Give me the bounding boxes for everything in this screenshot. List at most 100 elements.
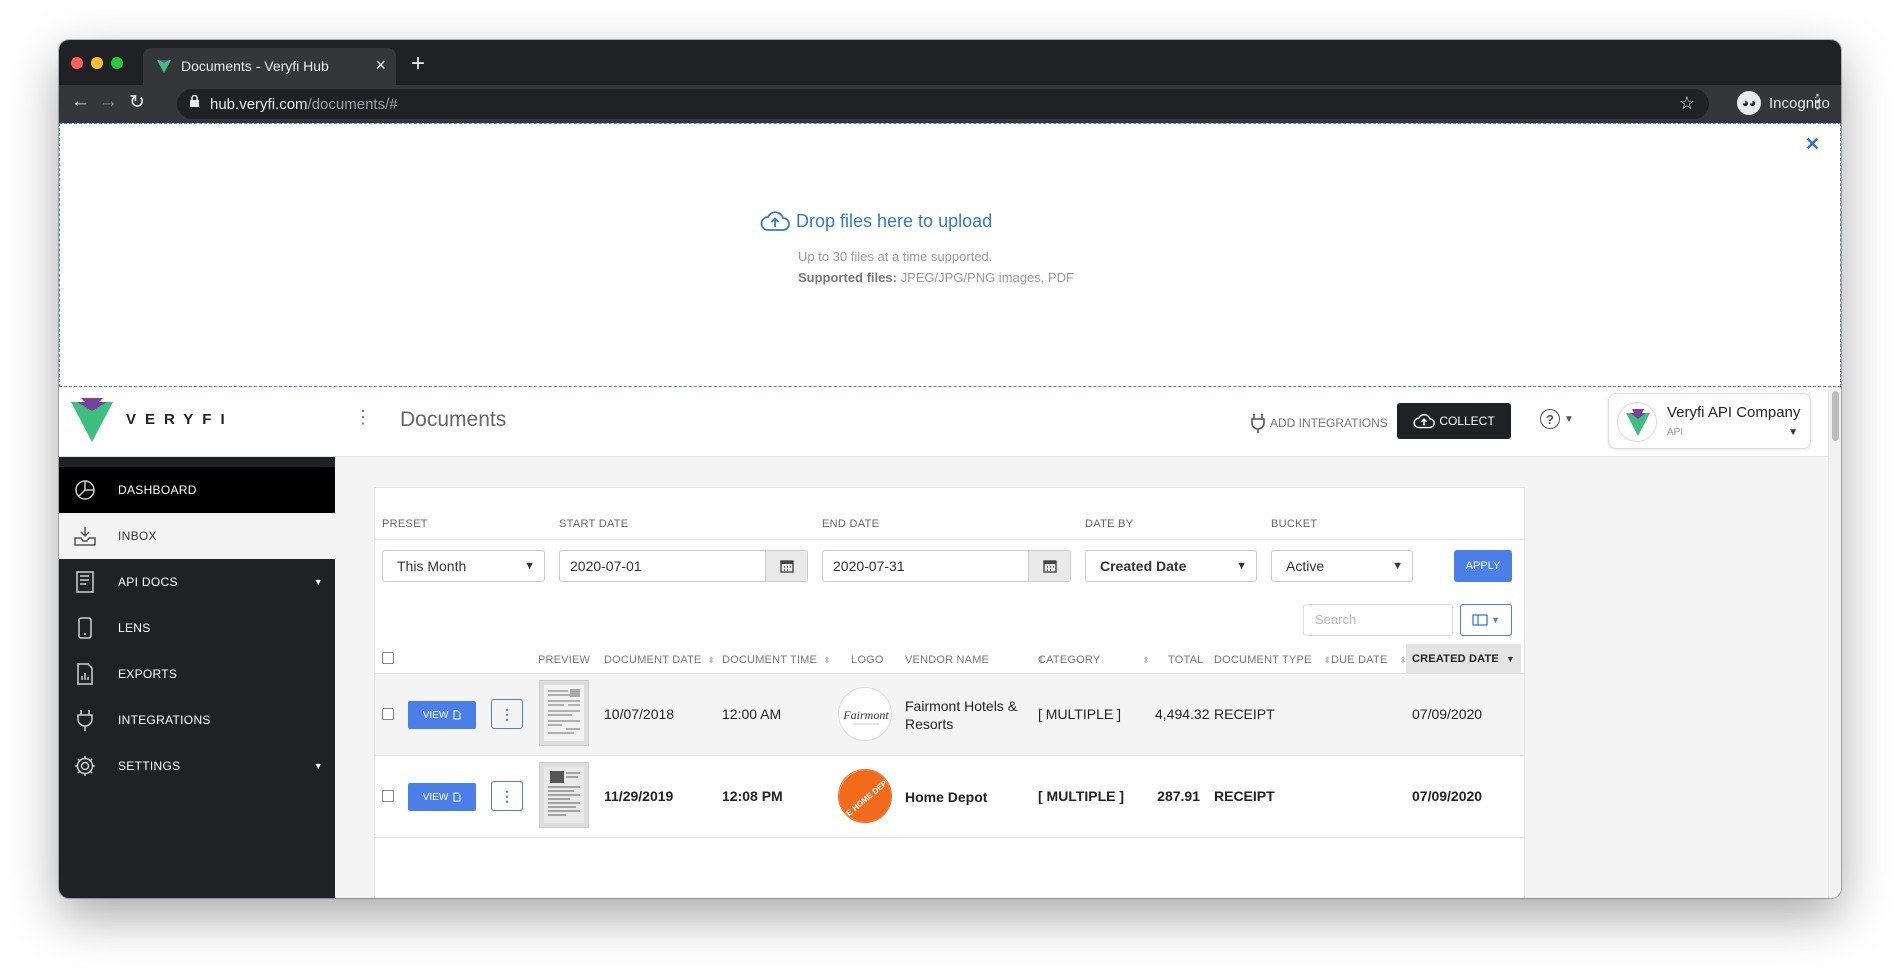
column-header-document-type[interactable]: DOCUMENT TYPE ⬍ [1214, 654, 1331, 666]
new-tab-button[interactable]: + [411, 50, 425, 78]
upload-dropzone[interactable]: ✕ Drop files here to upload Up to 30 fil… [59, 123, 1841, 387]
close-tab-icon[interactable]: × [375, 55, 386, 76]
back-arrow-icon[interactable]: ← [71, 91, 90, 113]
company-name: Veryfi API Company [1667, 404, 1801, 421]
start-date-input[interactable]: 2020-07-01 [559, 550, 808, 582]
vendor-name: Home Depot [905, 788, 1025, 806]
page-scrollbar[interactable] [1828, 387, 1841, 898]
add-integrations-button[interactable]: ADD INTEGRATIONS [1250, 413, 1388, 433]
reload-icon[interactable]: ↻ [129, 91, 145, 114]
supported-files-value: JPEG/JPG/PNG images, PDF [896, 270, 1074, 285]
collect-button[interactable]: COLLECT [1397, 403, 1511, 439]
sidebar-item-label: EXPORTS [118, 667, 178, 681]
column-header-total[interactable]: TOTAL [1168, 654, 1203, 666]
preset-select[interactable]: This Month ▼ [382, 550, 545, 582]
browser-titlebar: Documents - Veryfi Hub × + [59, 40, 1841, 85]
search-input[interactable]: Search [1303, 604, 1453, 636]
sort-icon: ⬍ [707, 655, 716, 665]
sidebar-toggle-icon[interactable]: ⋮ [354, 407, 372, 428]
sidebar-item-integrations[interactable]: INTEGRATIONS [59, 697, 335, 743]
column-header-created-date[interactable]: CREATED DATE ▼ [1406, 644, 1521, 674]
row-actions-menu-icon[interactable]: ⋮ [491, 781, 523, 811]
sidebar-item-api-docs[interactable]: API DOCS ▼ [59, 559, 335, 605]
sidebar-item-label: DASHBOARD [118, 483, 197, 497]
column-header-vendor-name[interactable]: VENDOR NAME ⬍ [905, 654, 1045, 666]
close-icon[interactable]: ✕ [1805, 134, 1820, 155]
column-header-document-date[interactable]: DOCUMENT DATE ⬍ [604, 654, 715, 666]
columns-icon [1472, 614, 1488, 626]
dashboard-icon [75, 480, 95, 500]
close-window-button[interactable] [71, 57, 83, 69]
date-by-select[interactable]: Created Date ▼ [1085, 550, 1257, 582]
vendor-name-line: Resorts [905, 716, 954, 732]
sidebar-item-label: INBOX [118, 529, 157, 543]
sidebar-item-dashboard[interactable]: DASHBOARD [59, 467, 335, 513]
cloud-upload-icon [1413, 413, 1436, 429]
upload-title: Drop files here to upload [796, 210, 993, 231]
total: 287.91 [1157, 788, 1200, 804]
address-bar[interactable]: hub.veryfi.com/documents/# ☆ [177, 89, 1709, 119]
help-icon: ? [1540, 409, 1560, 429]
tab-title: Documents - Veryfi Hub [181, 58, 329, 74]
upload-prompt[interactable]: Drop files here to upload [760, 210, 992, 232]
bookmark-star-icon[interactable]: ☆ [1679, 93, 1695, 114]
chevron-down-icon: ▼ [1491, 615, 1500, 625]
main-content: PRESET START DATE END DATE DATE BY BUCKE… [335, 457, 1828, 898]
table-header: PREVIEW DOCUMENT DATE ⬍ DOCUMENT TIME ⬍ LO… [375, 644, 1524, 674]
column-header-category[interactable]: CATEGORY ⬍ [1038, 654, 1150, 666]
chevron-down-icon: ▼ [524, 560, 535, 572]
document-preview[interactable] [539, 680, 589, 746]
help-menu[interactable]: ? ▼ [1540, 409, 1574, 429]
view-button[interactable]: VIEW [408, 701, 476, 729]
sidebar-item-lens[interactable]: LENS [59, 605, 335, 651]
calendar-icon[interactable] [765, 551, 807, 581]
upload-hint-line: Up to 30 files at a time supported. [798, 249, 993, 264]
column-header-document-time[interactable]: DOCUMENT TIME ⬍ [722, 654, 831, 666]
columns-toggle-button[interactable]: ▼ [1460, 604, 1512, 636]
sidebar-item-settings[interactable]: SETTINGS ▼ [59, 743, 335, 789]
minimize-window-button[interactable] [91, 57, 103, 69]
calendar-icon[interactable] [1028, 551, 1070, 581]
forward-arrow-icon[interactable]: → [99, 91, 118, 113]
table-row[interactable]: VIEW ⋮ 10/07/2018 12:00 AM Fairmont Fair… [375, 674, 1524, 756]
start-date-value: 2020-07-01 [570, 558, 642, 574]
company-role: API [1667, 427, 1684, 438]
phone-icon [78, 617, 92, 639]
sidebar: DASHBOARD INBOX API DOCS ▼ LENS EXPORTS … [59, 457, 335, 898]
app-header: VERYFI ⋮ Documents ADD INTEGRATIONS COLL… [59, 387, 1828, 457]
page-title: Documents [400, 408, 507, 431]
select-all-checkbox[interactable] [382, 652, 394, 664]
browser-tab[interactable]: Documents - Veryfi Hub × [143, 48, 396, 85]
sidebar-item-inbox[interactable]: INBOX [59, 513, 335, 559]
column-header-due-date[interactable]: DUE DATE ⬍ [1331, 654, 1407, 666]
incognito-icon: ◕◕ [1737, 91, 1761, 115]
table-row[interactable]: VIEW ⋮ 11/29/2019 12:08 PM THE HOME DEPO… [375, 756, 1524, 838]
zoom-window-button[interactable] [111, 57, 123, 69]
bucket-select[interactable]: Active ▼ [1271, 550, 1413, 582]
company-switcher[interactable]: Veryfi API Company API ▼ [1608, 393, 1811, 449]
vendor-logo-text: Fairmont [842, 708, 889, 722]
supported-files-line: Supported files: JPEG/JPG/PNG images, PD… [798, 267, 1074, 288]
browser-menu-icon[interactable]: ⋮ [1808, 91, 1827, 114]
row-checkbox[interactable] [382, 708, 394, 720]
chevron-down-icon: ▼ [313, 577, 323, 587]
sidebar-item-exports[interactable]: EXPORTS [59, 651, 335, 697]
view-button[interactable]: VIEW [408, 783, 476, 811]
document-preview[interactable] [539, 762, 589, 828]
plug-icon [1251, 414, 1265, 433]
vendor-name-line: Home Depot [905, 789, 988, 805]
browser-toolbar: ← → ↻ hub.veryfi.com/documents/# ☆ ◕◕ In… [59, 85, 1841, 123]
scrollbar-thumb[interactable] [1832, 391, 1839, 441]
sort-icon: ⬍ [823, 655, 831, 665]
apply-button[interactable]: APPLY [1454, 550, 1512, 582]
brand-wordmark: VERYFI [126, 411, 234, 428]
end-date-input[interactable]: 2020-07-31 [822, 550, 1071, 582]
company-avatar [1617, 402, 1657, 442]
veryfi-logo-icon[interactable] [69, 396, 115, 449]
view-label: VIEW [422, 791, 449, 803]
row-actions-menu-icon[interactable]: ⋮ [491, 699, 523, 729]
row-checkbox[interactable] [382, 790, 394, 802]
sidebar-item-label: API DOCS [118, 575, 178, 589]
export-icon [77, 663, 93, 685]
file-icon [453, 792, 461, 802]
